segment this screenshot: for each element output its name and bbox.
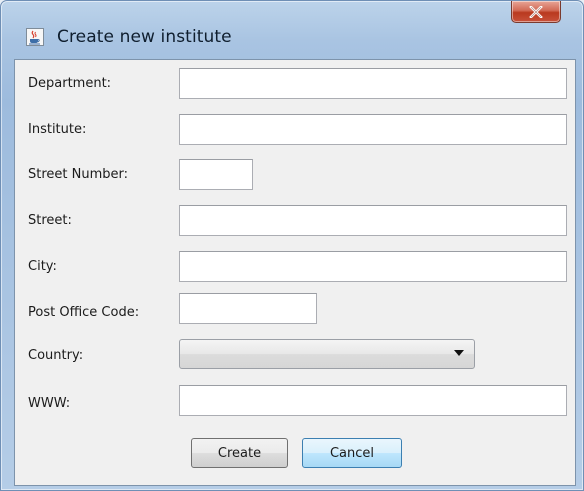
country-select[interactable]	[179, 339, 475, 369]
street-number-field[interactable]	[179, 159, 253, 190]
create-button[interactable]: Create	[191, 438, 288, 468]
java-cup-icon	[26, 28, 44, 46]
street-field[interactable]	[179, 205, 567, 236]
cancel-button[interactable]: Cancel	[302, 438, 402, 468]
post-office-code-field[interactable]	[179, 293, 317, 324]
chevron-down-icon[interactable]	[454, 350, 464, 356]
institute-label: Institute:	[28, 122, 87, 137]
street-number-label: Street Number:	[28, 167, 129, 182]
country-label: Country:	[28, 348, 84, 363]
www-label: WWW:	[28, 396, 71, 411]
city-field[interactable]	[179, 251, 567, 282]
post-office-code-label: Post Office Code:	[28, 305, 140, 320]
close-button[interactable]	[511, 1, 561, 23]
street-label: Street:	[28, 213, 72, 228]
www-field[interactable]	[179, 385, 567, 416]
title-bar[interactable]: Create new institute	[1, 1, 583, 59]
city-label: City:	[28, 259, 57, 274]
close-icon	[529, 5, 543, 18]
department-label: Department:	[28, 76, 112, 91]
dialog-window: Create new institute Department: Institu…	[0, 0, 584, 491]
dialog-content: Department: Institute: Street Number: St…	[14, 59, 576, 486]
department-field[interactable]	[179, 68, 567, 99]
window-title: Create new institute	[57, 27, 232, 47]
institute-field[interactable]	[179, 114, 567, 145]
